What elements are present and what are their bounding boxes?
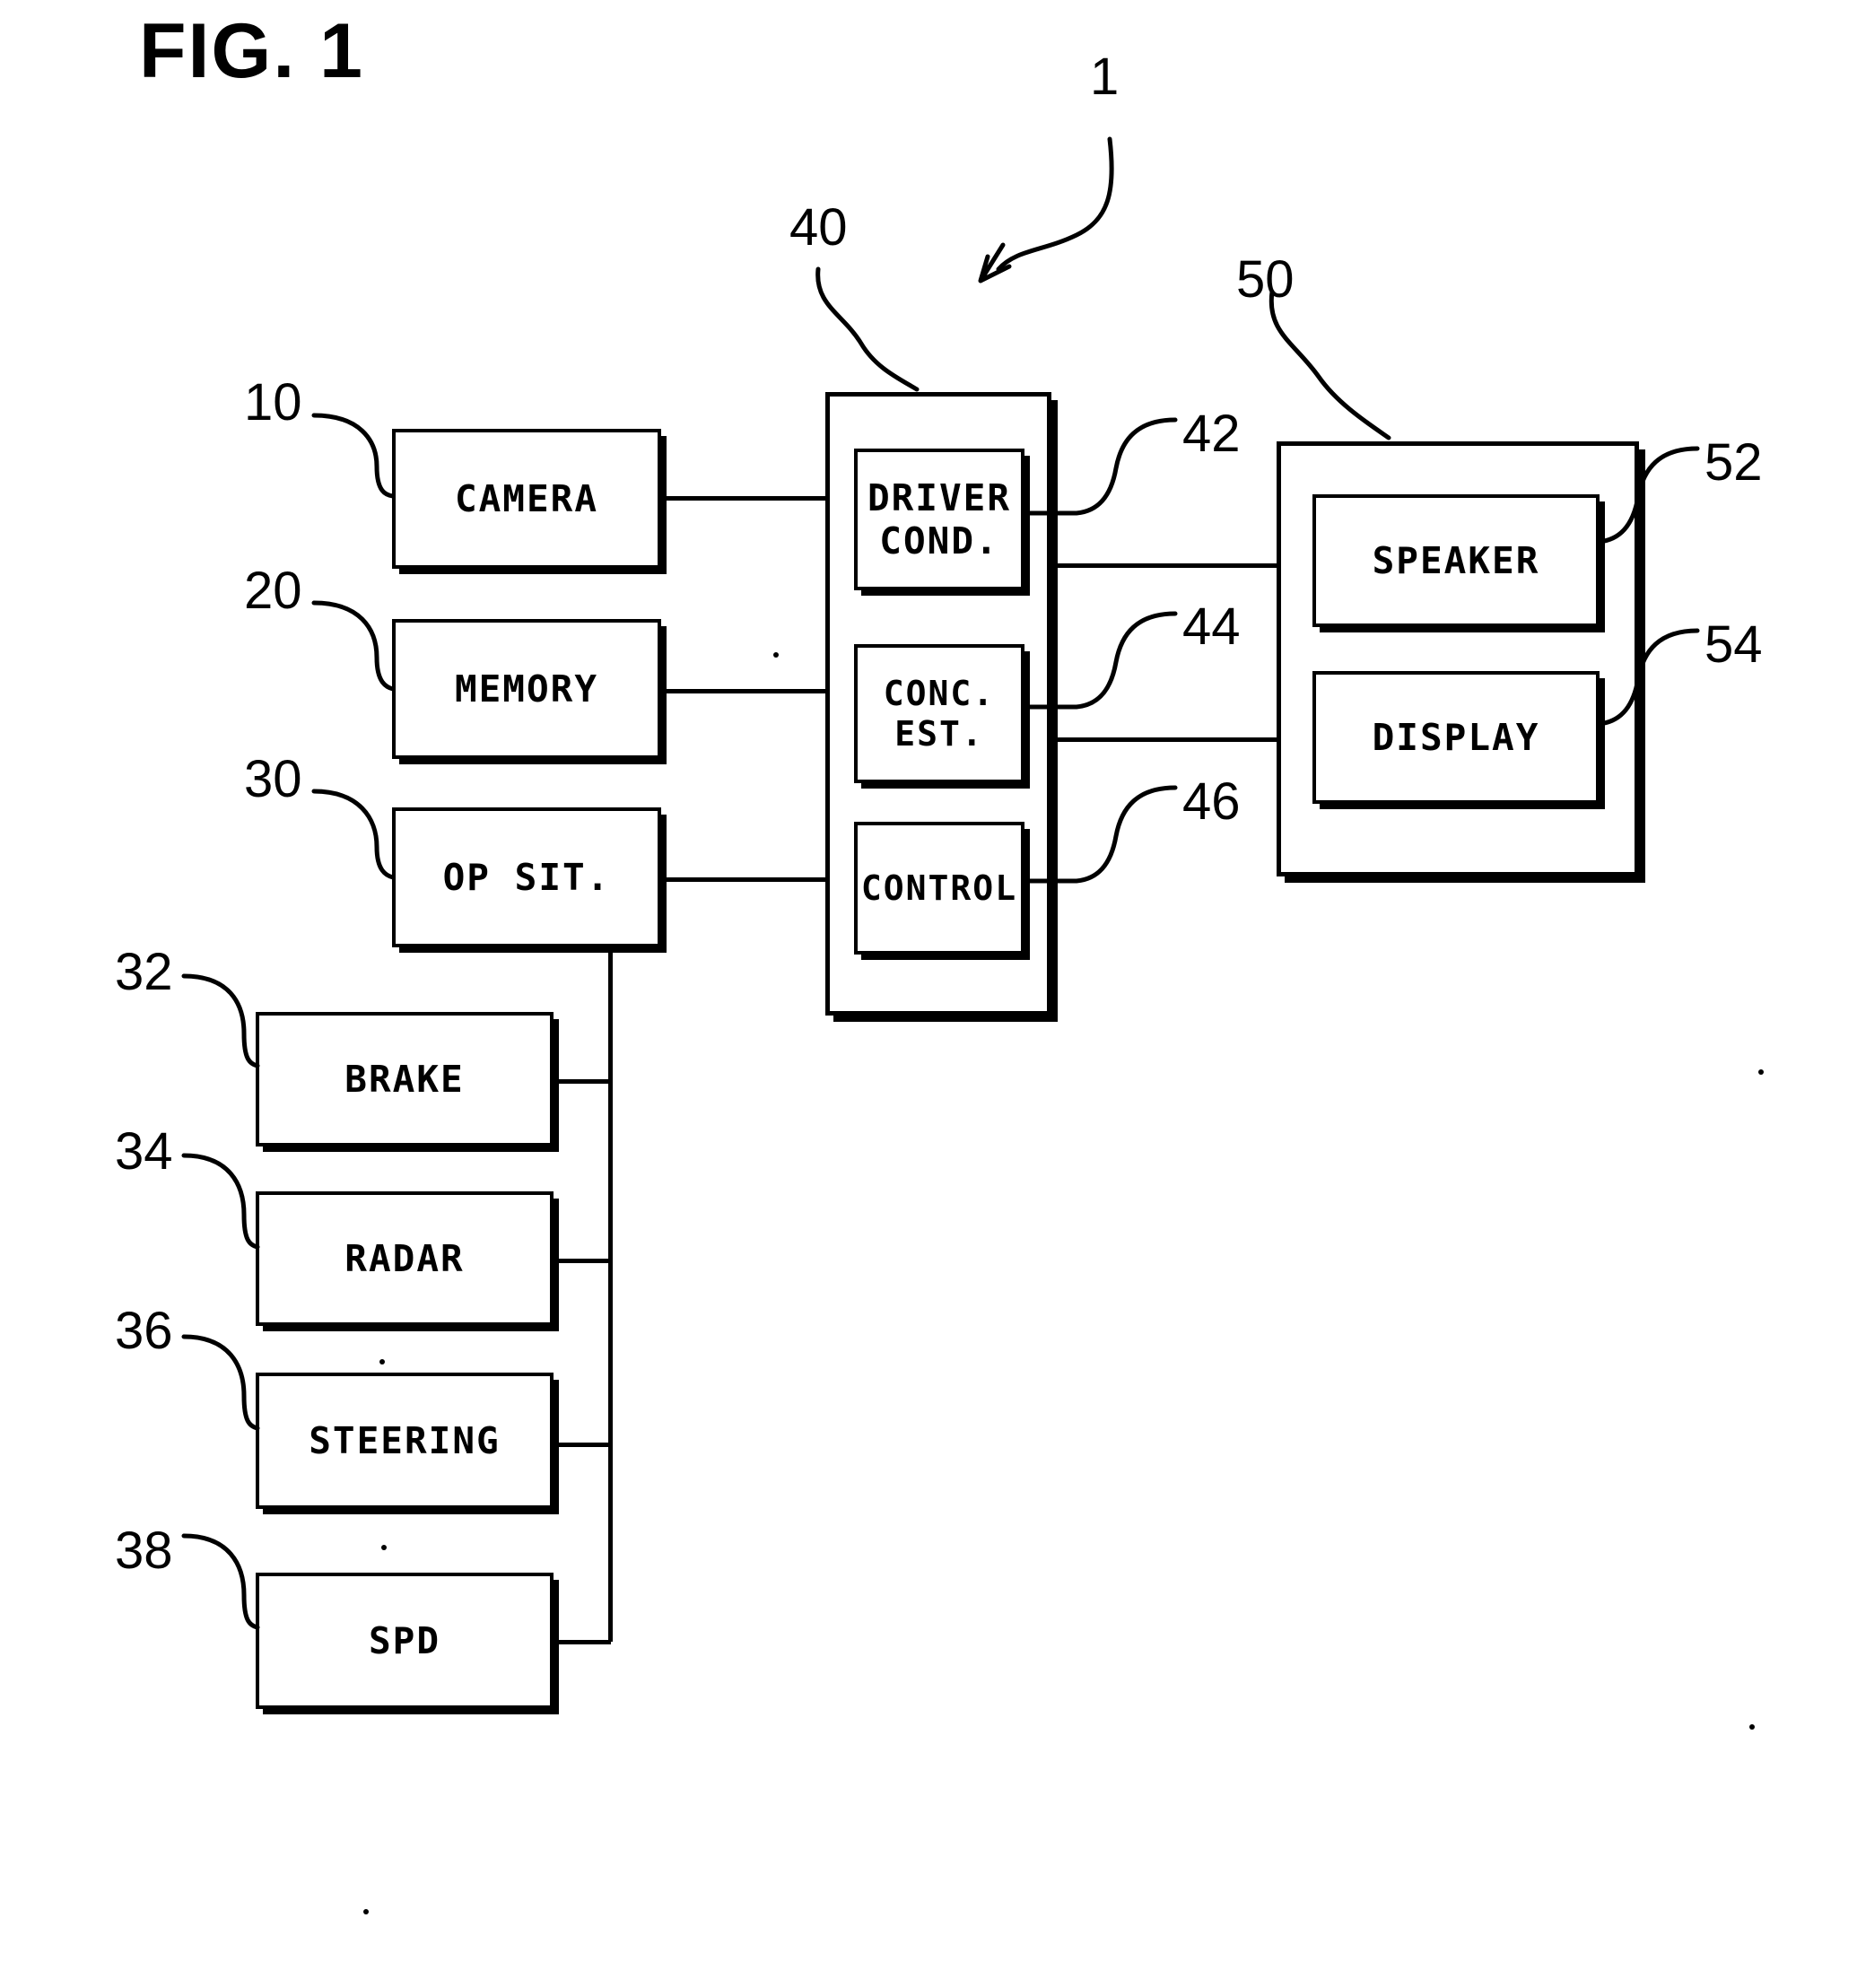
ref-spd: 38 bbox=[115, 1522, 173, 1580]
conc-est-module[interactable]: CONC. EST. bbox=[854, 644, 1024, 783]
wire-camera-to-ecu bbox=[658, 496, 830, 501]
brake-block[interactable]: BRAKE bbox=[256, 1012, 554, 1147]
ref-memory: 20 bbox=[244, 562, 302, 620]
scan-speck bbox=[381, 1545, 387, 1550]
op-sit-label: OP SIT. bbox=[442, 855, 611, 899]
ref-op-sit: 30 bbox=[244, 750, 302, 808]
wire-bus-to-brake bbox=[550, 1079, 611, 1084]
brake-label: BRAKE bbox=[344, 1057, 465, 1101]
control-label: CONTROL bbox=[860, 868, 1018, 908]
ref-display: 54 bbox=[1704, 615, 1763, 674]
driver-cond-label: DRIVER COND. bbox=[867, 475, 1012, 562]
leader-spd bbox=[181, 1533, 260, 1630]
scan-speck bbox=[379, 1359, 385, 1365]
camera-label: CAMERA bbox=[454, 476, 599, 520]
ref-conc-est: 44 bbox=[1182, 597, 1241, 656]
ref-radar: 34 bbox=[115, 1122, 173, 1181]
leader-brake bbox=[181, 973, 260, 1068]
steering-label: STEERING bbox=[309, 1418, 501, 1462]
ref-control: 46 bbox=[1182, 772, 1241, 831]
ref-output-unit: 50 bbox=[1236, 250, 1295, 309]
ref-camera: 10 bbox=[244, 373, 302, 432]
leader-output-unit bbox=[1269, 289, 1391, 440]
ref-ecu: 40 bbox=[789, 198, 848, 257]
ref-speaker: 52 bbox=[1704, 433, 1763, 492]
leader-radar bbox=[181, 1153, 260, 1250]
conc-est-label: CONC. EST. bbox=[883, 673, 996, 754]
figure-title: FIG. 1 bbox=[139, 8, 364, 94]
ref-brake: 32 bbox=[115, 943, 173, 1001]
system-pointer-arrow bbox=[978, 136, 1114, 283]
wire-opsit-to-ecu bbox=[658, 877, 830, 882]
wire-memory-to-ecu bbox=[658, 689, 830, 693]
spd-block[interactable]: SPD bbox=[256, 1573, 554, 1709]
wire-bus-to-radar bbox=[550, 1259, 611, 1263]
scan-speck bbox=[773, 652, 779, 658]
speaker-block[interactable]: SPEAKER bbox=[1312, 494, 1600, 627]
leader-memory bbox=[311, 600, 396, 692]
ref-driver-cond: 42 bbox=[1182, 405, 1241, 463]
leader-op-sit bbox=[311, 789, 396, 880]
scan-speck bbox=[1758, 1069, 1764, 1075]
wire-sensor-bus bbox=[608, 933, 613, 1642]
wire-ecu-to-speaker bbox=[1048, 563, 1281, 568]
scan-speck bbox=[363, 1909, 369, 1914]
display-block[interactable]: DISPLAY bbox=[1312, 671, 1600, 804]
op-sit-block[interactable]: OP SIT. bbox=[392, 807, 661, 947]
wire-ecu-to-display bbox=[1048, 737, 1281, 742]
ref-system: 1 bbox=[1090, 48, 1120, 106]
ref-steering: 36 bbox=[115, 1302, 173, 1360]
wire-bus-to-spd bbox=[550, 1640, 611, 1644]
camera-block[interactable]: CAMERA bbox=[392, 429, 661, 569]
figure-canvas: FIG. 1 1 40 50 10 20 30 32 34 36 38 42 4… bbox=[0, 0, 1857, 1988]
driver-cond-module[interactable]: DRIVER COND. bbox=[854, 449, 1024, 590]
spd-label: SPD bbox=[368, 1618, 441, 1662]
radar-label: RADAR bbox=[344, 1236, 465, 1280]
memory-block[interactable]: MEMORY bbox=[392, 619, 661, 759]
wire-bus-to-steering bbox=[550, 1443, 611, 1447]
leader-steering bbox=[181, 1334, 260, 1431]
memory-label: MEMORY bbox=[454, 667, 599, 711]
display-label: DISPLAY bbox=[1372, 715, 1540, 759]
scan-speck bbox=[1749, 1724, 1755, 1730]
leader-ecu bbox=[815, 266, 920, 392]
control-module[interactable]: CONTROL bbox=[854, 822, 1024, 955]
radar-block[interactable]: RADAR bbox=[256, 1191, 554, 1326]
leader-camera bbox=[311, 413, 396, 499]
steering-block[interactable]: STEERING bbox=[256, 1373, 554, 1509]
speaker-label: SPEAKER bbox=[1372, 538, 1540, 582]
